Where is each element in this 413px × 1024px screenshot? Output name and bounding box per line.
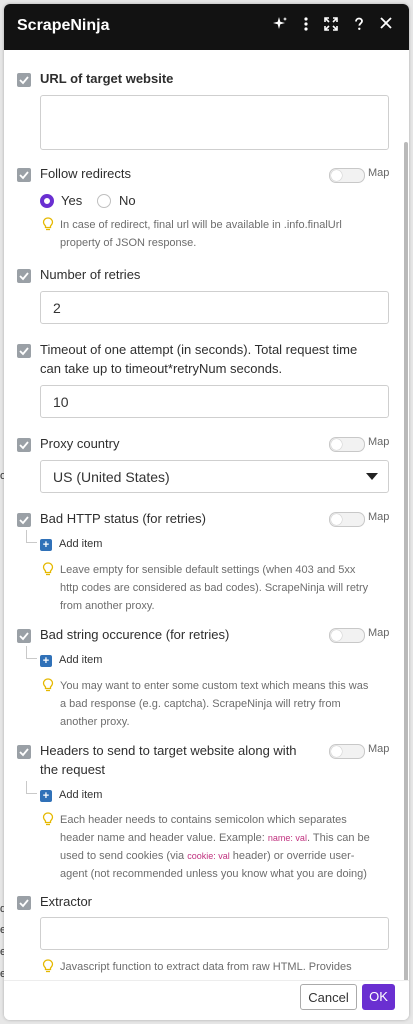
bad-string-hint-2: a bad response (e.g. captcha). ScrapeNin… — [60, 698, 341, 710]
bad-status-label: Bad HTTP status (for retries) — [40, 511, 206, 526]
bad-status-map-toggle[interactable] — [329, 512, 365, 527]
follow-redirects-map-toggle[interactable] — [329, 168, 365, 183]
headers-hint-2b: . This can be — [306, 832, 370, 844]
radio-no[interactable] — [97, 194, 111, 208]
headers-hint-code-2: cookie: val — [187, 851, 230, 861]
headers-hint-code-1: name: val — [267, 833, 307, 843]
lightbulb-icon — [42, 217, 54, 231]
proxy-label: Proxy country — [40, 436, 120, 451]
proxy-select-value: US (United States) — [53, 469, 170, 485]
extractor-hint-1: Javascript function to extract data from… — [60, 961, 352, 973]
headers-add-icon[interactable]: + — [40, 790, 52, 802]
map-label: Map — [368, 167, 390, 179]
ai-sparkle-icon[interactable] — [270, 16, 290, 36]
radio-yes-label: Yes — [61, 193, 83, 208]
panel-title: ScrapeNinja — [17, 17, 110, 34]
headers-hint-3a: used to send cookies (via — [60, 850, 188, 862]
tree-connector — [26, 530, 37, 543]
bad-string-map-toggle[interactable] — [329, 628, 365, 643]
panel-footer: Cancel OK — [4, 980, 409, 1020]
map-label: Map — [368, 511, 390, 523]
timeout-label-2: can take up to timeout*retryNum seconds. — [40, 361, 283, 376]
headers-label-1: Headers to send to target website along … — [40, 743, 297, 758]
headers-hint-2: header name and header value. Example: n… — [60, 829, 390, 847]
help-icon[interactable] — [349, 16, 369, 36]
bad-status-add-icon[interactable]: + — [40, 539, 52, 551]
bad-status-hint-2: http codes are considered as bad codes).… — [60, 582, 369, 594]
url-field-label: URL of target website — [40, 71, 174, 86]
timeout-checkbox[interactable] — [17, 344, 31, 358]
headers-add-item[interactable]: Add item — [59, 789, 102, 801]
bad-string-label: Bad string occurence (for retries) — [40, 627, 230, 642]
more-options-icon[interactable] — [296, 16, 316, 36]
url-input[interactable] — [40, 95, 389, 150]
panel-content: URL of target website Follow redirects M… — [4, 50, 409, 980]
bad-status-hint-3: from another proxy. — [60, 600, 155, 612]
cancel-button[interactable]: Cancel — [300, 984, 357, 1010]
headers-hint-1: Each header needs to contains semicolon … — [60, 814, 347, 826]
bad-status-checkbox[interactable] — [17, 513, 31, 527]
headers-hint-3: used to send cookies (via cookie: val he… — [60, 847, 390, 865]
bad-string-add-item[interactable]: Add item — [59, 654, 102, 666]
headers-map-toggle[interactable] — [329, 744, 365, 759]
bad-status-add-item[interactable]: Add item — [59, 538, 102, 550]
chevron-down-icon — [366, 473, 378, 480]
timeout-label-1: Timeout of one attempt (in seconds). Tot… — [40, 342, 358, 357]
map-label: Map — [368, 436, 390, 448]
proxy-map-toggle[interactable] — [329, 437, 365, 452]
expand-icon[interactable] — [321, 16, 341, 36]
panel-header: ScrapeNinja — [4, 4, 409, 50]
radio-yes[interactable] — [40, 194, 54, 208]
headers-hint-4: agent (not recommended unless you know w… — [60, 868, 367, 880]
lightbulb-icon — [42, 959, 54, 973]
proxy-checkbox[interactable] — [17, 438, 31, 452]
radio-no-label: No — [119, 193, 136, 208]
scrollbar[interactable] — [404, 142, 408, 980]
headers-checkbox[interactable] — [17, 745, 31, 759]
follow-redirects-label: Follow redirects — [40, 166, 132, 181]
lightbulb-icon — [42, 812, 54, 826]
headers-label-2: the request — [40, 762, 106, 777]
tree-connector — [26, 646, 37, 659]
module-settings-panel: ScrapeNinja URL of target website Follow… — [4, 4, 409, 1020]
extractor-input[interactable] — [40, 917, 389, 950]
tree-connector — [26, 781, 37, 794]
timeout-input[interactable]: 10 — [40, 385, 389, 418]
bad-string-hint-1: You may want to enter some custom text w… — [60, 680, 369, 692]
close-icon[interactable] — [376, 16, 396, 36]
bad-string-add-icon[interactable]: + — [40, 655, 52, 667]
bad-string-hint-3: another proxy. — [60, 716, 130, 728]
follow-redirects-checkbox[interactable] — [17, 168, 31, 182]
follow-redirects-hint-1: In case of redirect, final url will be a… — [60, 219, 342, 231]
extractor-checkbox[interactable] — [17, 896, 31, 910]
url-field-checkbox[interactable] — [17, 73, 31, 87]
map-label: Map — [368, 743, 390, 755]
headers-hint-2a: header name and header value. Example: — [60, 832, 268, 844]
lightbulb-icon — [42, 678, 54, 692]
retries-input[interactable]: 2 — [40, 291, 389, 324]
follow-redirects-hint-2: property of JSON response. — [60, 237, 197, 249]
bad-string-checkbox[interactable] — [17, 629, 31, 643]
map-label: Map — [368, 627, 390, 639]
retries-checkbox[interactable] — [17, 269, 31, 283]
proxy-select[interactable]: US (United States) — [40, 460, 389, 493]
extractor-label: Extractor — [40, 894, 93, 909]
lightbulb-icon — [42, 562, 54, 576]
bad-status-hint-1: Leave empty for sensible default setting… — [60, 564, 356, 576]
retries-label: Number of retries — [40, 267, 141, 282]
headers-hint-3b: header) or override user- — [229, 850, 355, 862]
ok-button[interactable]: OK — [362, 984, 395, 1010]
